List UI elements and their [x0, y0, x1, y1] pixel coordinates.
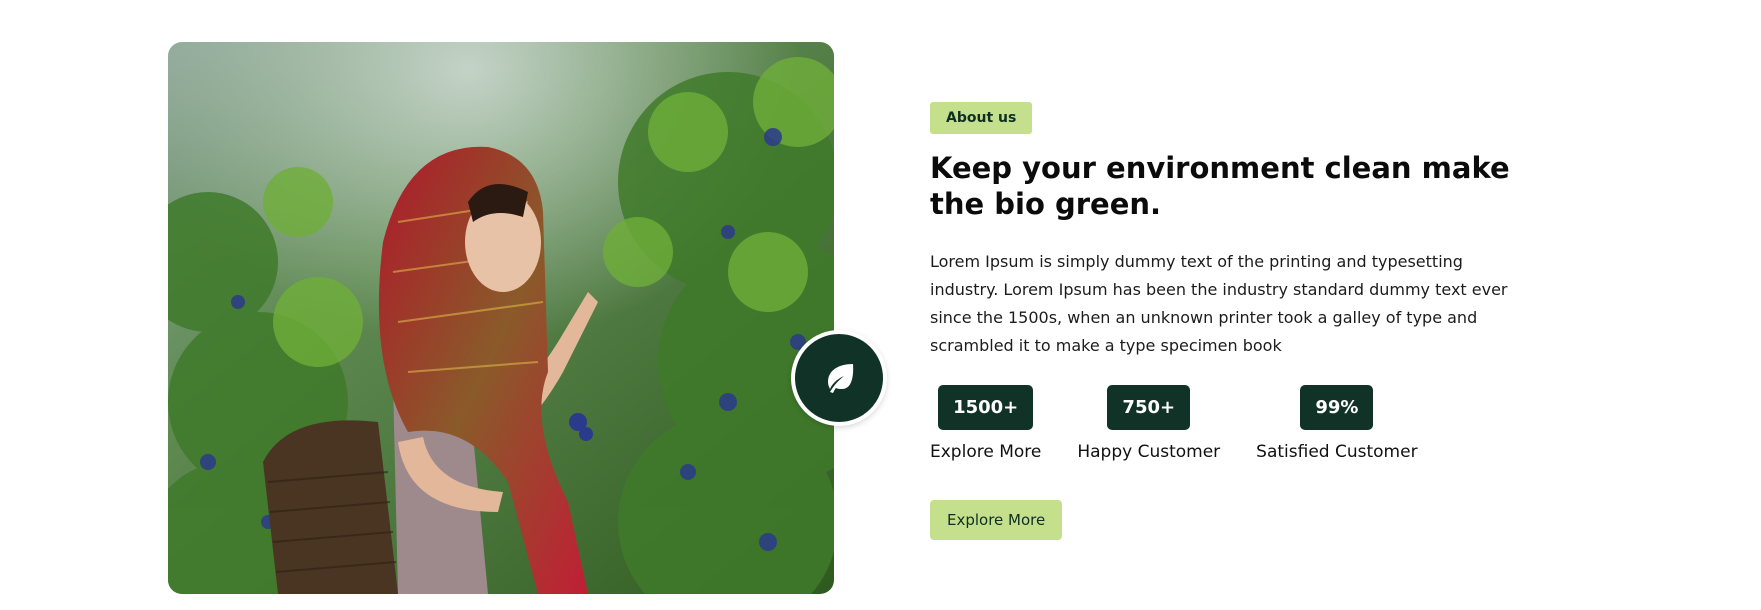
leaf-icon: [828, 364, 854, 393]
stat-label: Happy Customer: [1077, 442, 1221, 462]
section-description: Lorem Ipsum is simply dummy text of the …: [930, 252, 1508, 355]
stat-explore: 1500+ Explore More: [930, 385, 1041, 462]
stat-happy-customer: 750+ Happy Customer: [1077, 385, 1220, 462]
stats-row: 1500+ Explore More 750+ Happy Customer 9…: [930, 385, 1510, 462]
woman-picking-flowers-photo: [168, 42, 834, 594]
stat-satisfied-customer: 99% Satisfied Customer: [1256, 385, 1418, 462]
about-us-tag: About us: [930, 102, 1033, 134]
stat-value: 99%: [1300, 385, 1374, 430]
about-content: About us Keep your environment clean mak…: [930, 102, 1510, 540]
stat-label: Satisfied Customer: [1256, 442, 1418, 462]
stat-value: 750+: [1107, 385, 1191, 430]
stat-label: Explore More: [930, 442, 1042, 462]
leaf-icon-badge: [791, 330, 887, 426]
stat-value: 1500+: [938, 385, 1034, 430]
about-section: About us Keep your environment clean mak…: [0, 0, 1761, 610]
section-title: Keep your environment clean make the bio…: [930, 151, 1510, 221]
explore-more-button[interactable]: Explore More: [930, 500, 1063, 540]
